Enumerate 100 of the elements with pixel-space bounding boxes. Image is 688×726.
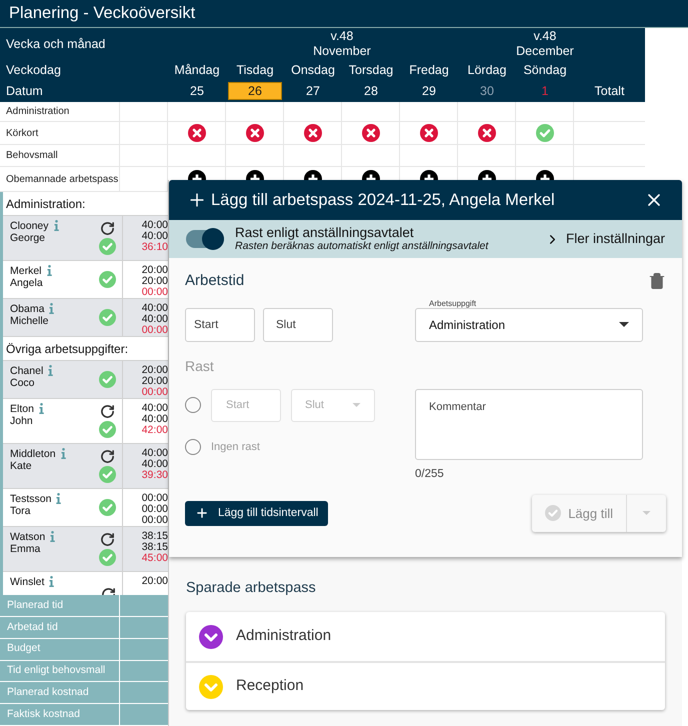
employee-last-name[interactable]: Winslet (10, 576, 44, 588)
employee-first-name: Michelle (10, 315, 50, 327)
section-heading: Rast (185, 358, 214, 374)
footer-cell (120, 682, 168, 704)
hours-value: 40:00 (142, 231, 168, 242)
setting-hint: Rasten beräknas automatiskt enligt anställningsavtalet (235, 240, 488, 253)
section-heading: Arbetstid (185, 271, 244, 291)
footer-cell (120, 638, 168, 660)
approved-icon (99, 238, 116, 255)
week-label: v.48 (330, 29, 354, 44)
repeat-icon[interactable] (100, 532, 115, 547)
total-label: Totalt (594, 82, 626, 100)
hours-value: 45:00 (142, 553, 168, 564)
hours-value: 40:00 (142, 414, 168, 425)
repeat-icon[interactable] (100, 404, 115, 419)
employee-last-name[interactable]: Testsson (10, 493, 52, 505)
date-label[interactable]: 25 (170, 83, 224, 99)
footer-cell (120, 595, 168, 616)
hours-value: 20:00 (142, 276, 168, 287)
saved-shift-item[interactable]: Administration (186, 612, 665, 661)
caret-icon (352, 403, 361, 407)
toggle-switch[interactable] (186, 230, 224, 248)
employee-first-name: George (10, 232, 46, 244)
hours-value: 40:00 (142, 314, 168, 325)
row-header: Datum (5, 82, 44, 100)
weekday-label: Tisdag (235, 62, 275, 79)
weekday-label: Måndag (173, 62, 221, 79)
date-label[interactable]: 28 (344, 83, 398, 99)
employee-last-name[interactable]: Merkel (10, 265, 42, 277)
footer-row-label: Faktisk kostnad (0, 704, 120, 725)
row-label: Behovsmall (6, 149, 58, 163)
hours-value: 20:00 (142, 376, 168, 387)
caret-icon (642, 511, 651, 516)
hours-value: 38:15 (142, 531, 168, 542)
footer-row-label: Planerad kostnad (0, 682, 120, 704)
info-icon[interactable] (38, 403, 44, 414)
footer-row-label: Arbetad tid (0, 617, 120, 638)
start-time-field[interactable]: Start (185, 308, 255, 342)
row-label: Administration (6, 105, 70, 119)
row-label: Obemannade arbetspass (6, 172, 118, 186)
row-header: Vecka och månad (5, 36, 106, 53)
field-label: Arbetsuppgift (428, 298, 478, 308)
comment-field[interactable]: Kommentar (415, 388, 643, 460)
page-title: Planering - Veckoöversikt (9, 3, 196, 24)
employee-first-name: John (10, 415, 34, 427)
repeat-icon[interactable] (100, 449, 115, 464)
footer-cell (120, 704, 168, 725)
setting-label: Rast enligt anställningsavtalet (235, 225, 415, 240)
hours-value: 40:00 (142, 403, 168, 414)
radio-label: Ingen rast (211, 440, 260, 454)
repeat-icon[interactable] (100, 221, 115, 236)
date-label[interactable]: 27 (286, 83, 340, 99)
employee-last-name[interactable]: Obama (10, 303, 44, 315)
date-label[interactable]: 30 (460, 83, 514, 99)
weekday-label: Torsdag (348, 62, 394, 79)
date-label[interactable]: 26 (228, 82, 282, 100)
date-label[interactable]: 29 (402, 83, 456, 99)
employee-last-name[interactable]: Clooney (10, 220, 49, 232)
employee-last-name[interactable]: Chanel (10, 365, 44, 377)
employee-last-name[interactable]: Watson (10, 531, 46, 543)
footer-row-label: Planerad tid (0, 595, 120, 616)
weekday-label: Lördag (466, 62, 508, 79)
check-icon (536, 124, 554, 142)
info-icon[interactable] (56, 493, 62, 504)
employee-last-name[interactable]: Elton (10, 403, 34, 415)
plus-icon (195, 506, 209, 520)
footer-cell (120, 617, 168, 638)
approved-icon (99, 549, 116, 566)
delete-icon[interactable] (648, 272, 666, 290)
hours-value: 38:15 (142, 542, 168, 553)
saved-shift-item[interactable]: Reception (186, 661, 665, 710)
cross-icon (362, 124, 380, 142)
hours-value: 00:00 (142, 325, 168, 336)
hours-value: 00:00 (142, 493, 168, 504)
radio-button[interactable] (185, 438, 201, 455)
approved-icon (99, 271, 116, 288)
hours-value: 20:00 (142, 365, 168, 376)
month-label: November (313, 44, 371, 59)
saved-shift-label: Administration (236, 626, 332, 646)
end-time-field[interactable]: Slut (263, 308, 333, 342)
weekday-label: Fredag (408, 62, 450, 79)
info-icon[interactable] (49, 576, 54, 587)
hours-value: 42:00 (142, 425, 168, 436)
character-counter: 0/255 (415, 466, 445, 482)
more-settings-link[interactable]: Fler inställningar (544, 228, 665, 250)
hours-value: 20:00 (142, 576, 168, 587)
employee-first-name: Kate (10, 460, 33, 472)
info-icon[interactable] (46, 265, 52, 276)
expand-icon[interactable] (199, 624, 223, 648)
row-header: Veckodag (5, 62, 62, 79)
approved-icon (99, 371, 116, 388)
task-select[interactable]: Administration (415, 308, 643, 342)
section-label: Administration: (6, 196, 86, 212)
caret-icon (619, 322, 629, 327)
employee-last-name[interactable]: Middleton (10, 448, 56, 460)
employee-first-name: Coco (10, 377, 36, 389)
month-label: December (516, 44, 574, 59)
add-interval-button[interactable]: Lägg till tidsintervall (185, 500, 328, 526)
weekday-label: Söndag (522, 62, 568, 79)
radio-button[interactable] (185, 397, 201, 413)
